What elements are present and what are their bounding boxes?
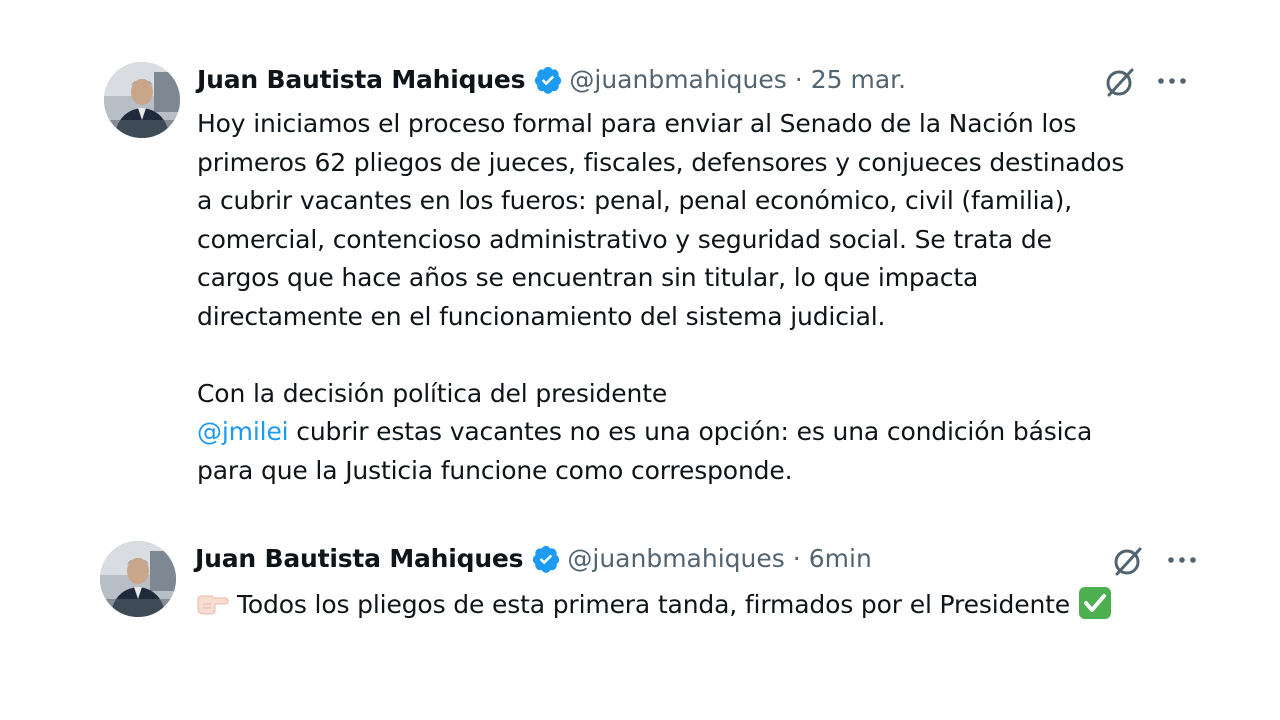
tweet-header: Juan Bautista Mahiques @juanbmahiques · … [195,541,872,577]
paragraph-break [197,336,1124,375]
author-name[interactable]: Juan Bautista Mahiques [197,62,526,98]
text-line: a cubrir vacantes en los fueros: penal, … [197,186,1073,215]
text-line: Hoy iniciamos el proceso formal para env… [197,109,1077,138]
more-options-icon[interactable] [1164,542,1200,578]
verified-badge-icon[interactable] [531,544,561,574]
verified-badge-icon[interactable] [533,65,563,95]
text-line: primeros 62 pliegos de jueces, fiscales,… [197,147,1125,177]
avatar-photo-icon [100,541,176,617]
text-line: Todos los pliegos de esta primera tanda,… [195,586,1112,625]
tweet-header: Juan Bautista Mahiques @juanbmahiques · … [197,62,906,98]
tweet-text: Hoy iniciamos el proceso formal para env… [197,105,1124,490]
author-handle[interactable]: @juanbmahiques [569,62,786,98]
tweet-text: Todos los pliegos de esta primera tanda,… [195,586,1112,625]
text-fragment: Todos los pliegos de esta primera tanda,… [237,590,1071,619]
check-mark-button-emoji [1078,586,1112,620]
author-handle[interactable]: @juanbmahiques [567,541,784,577]
grok-icon[interactable] [1110,543,1146,579]
text-line: cargos que hace años se encuentran sin t… [197,263,979,292]
grok-icon[interactable] [1102,64,1138,100]
separator-dot: · [794,65,803,94]
separator-dot: · [792,544,801,573]
text-line: comercial, contencioso administrativo y … [197,224,1052,254]
text-line: directamente en el funcionamiento del si… [197,301,886,331]
text-fragment: cubrir estas vacantes no es una opción: … [288,417,1093,446]
avatar-photo-icon [104,62,180,138]
text-line: para que la Justicia funcione como corre… [197,455,793,485]
timestamp[interactable]: 6min [809,541,872,577]
mention-link[interactable]: @jmilei [197,417,289,446]
more-options-icon[interactable] [1154,63,1190,99]
avatar[interactable] [100,541,176,617]
text-line-with-mention: @jmilei cubrir estas vacantes no es una … [197,413,1124,452]
avatar[interactable] [104,62,180,138]
backhand-index-pointing-right-emoji [195,590,229,616]
timestamp[interactable]: 25 mar. [811,62,906,98]
author-name[interactable]: Juan Bautista Mahiques [195,541,524,577]
text-line: Con la decisión política del presidente [197,378,668,408]
